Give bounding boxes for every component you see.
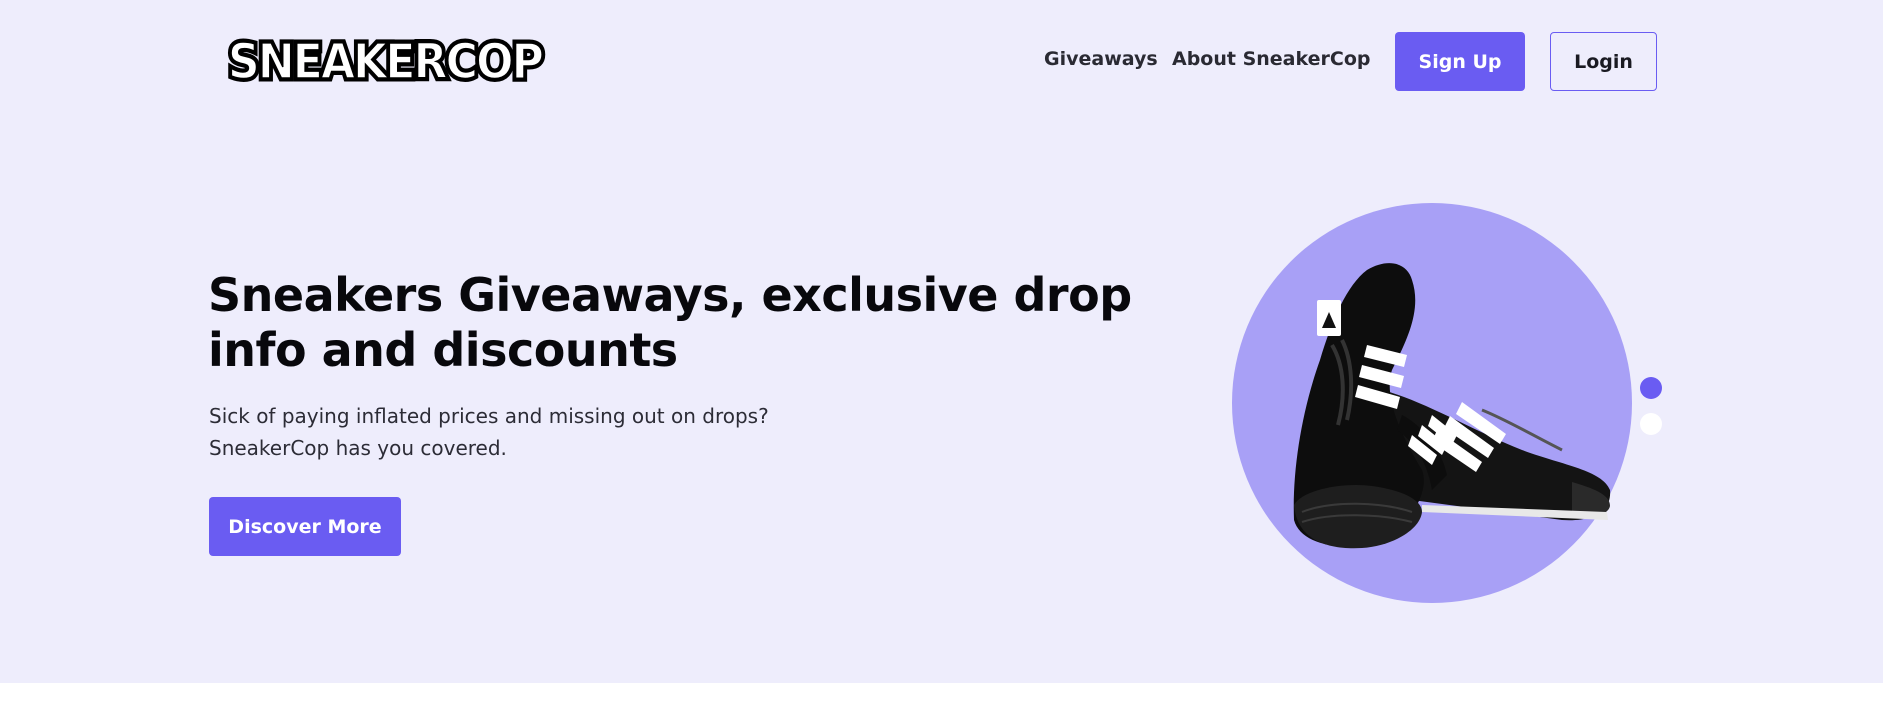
logo-text-fill: SNEAKERCOP [228, 34, 543, 88]
sneakercop-logo[interactable]: SNEAKERCOP SNEAKERCOP [218, 26, 552, 89]
carousel-dot-active[interactable] [1640, 377, 1662, 399]
logo-graphic: SNEAKERCOP SNEAKERCOP [225, 31, 549, 89]
discover-more-button[interactable]: Discover More [209, 497, 401, 556]
hero-subtext-line-1: Sick of paying inflated prices and missi… [209, 404, 769, 428]
hero-subtext: Sick of paying inflated prices and missi… [209, 400, 769, 464]
hero-section: SNEAKERCOP SNEAKERCOP Giveaways About Sn… [0, 0, 1883, 683]
hero-headline: Sneakers Giveaways, exclusive drop info … [208, 268, 1132, 377]
sneaker-illustration [1293, 263, 1611, 549]
hero-subtext-line-2: SneakerCop has you covered. [209, 436, 507, 460]
login-button[interactable]: Login [1550, 32, 1657, 91]
sneaker-image [1272, 250, 1612, 560]
sign-up-button[interactable]: Sign Up [1395, 32, 1525, 91]
carousel-dot[interactable] [1640, 413, 1662, 435]
nav-about-link[interactable]: About SneakerCop [1172, 48, 1370, 70]
nav-giveaways-link[interactable]: Giveaways [1044, 48, 1158, 70]
